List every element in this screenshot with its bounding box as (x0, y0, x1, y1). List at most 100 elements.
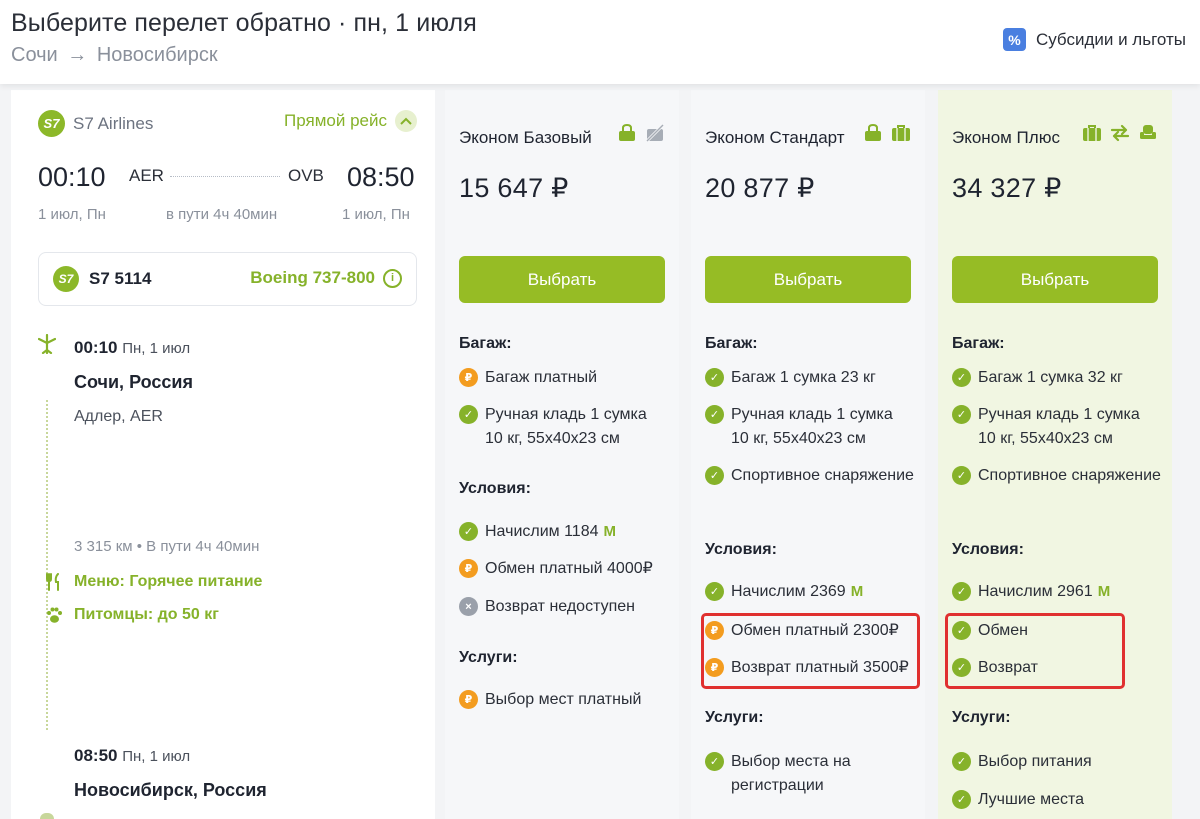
meal-info: Меню: Горячее питание (46, 573, 262, 591)
ruble-icon: ₽ (459, 368, 478, 387)
check-icon: ✓ (705, 582, 724, 601)
airline-info: S7 S7 Airlines (38, 110, 153, 137)
fare-feature-item: ✓ Начислим 2961 M (952, 580, 1162, 604)
highlight-box (701, 613, 920, 689)
fare-feature-icons (1082, 124, 1158, 147)
section-title: Услуги: (952, 709, 1011, 726)
fare-column: Эконом Базовый 15 647 ₽ Выбрать Багаж: ₽ Бага… (445, 90, 679, 819)
info-icon[interactable]: i (383, 268, 402, 288)
cross-icon: × (459, 597, 478, 616)
flight-details-card: S7 S7 Airlines Прямой рейс 00:10 AER OVB… (11, 90, 435, 819)
fare-column: Эконом Плюс 34 327 ₽ Выбрать Багаж: ✓ Багаж 1… (938, 90, 1172, 819)
route-breadcrumb: Сочи → Новосибирск (11, 44, 218, 67)
feature-text: Ручная кладь 1 сумка 10 кг, 55x40x23 см (485, 406, 647, 447)
check-icon: ✓ (952, 582, 971, 601)
check-icon: ✓ (952, 790, 971, 809)
no-bag-icon (645, 123, 665, 147)
flight-duration: в пути 4ч 40мин (166, 206, 278, 223)
timeline-line (46, 400, 48, 730)
aircraft-info[interactable]: Boeing 737-800 i (250, 268, 402, 288)
segment-arrival-time: 08:50 Пн, 1 июл (74, 746, 191, 765)
fare-feature-item: ✓ Выбор питания (952, 750, 1162, 774)
fare-name: Эконом Плюс (952, 128, 1060, 147)
check-icon: ✓ (705, 405, 724, 424)
handbag-icon (617, 123, 637, 147)
route-to: Новосибирск (96, 44, 218, 66)
feature-text: Возврат недоступен (485, 598, 635, 615)
fare-feature-item: ✓ Спортивное снаряжение (952, 464, 1162, 488)
percent-icon: % (1002, 28, 1026, 51)
fare-feature-icons (617, 123, 665, 147)
fare-feature-item: ₽ Багаж платный (459, 366, 669, 390)
direct-flight-toggle[interactable]: Прямой рейс (284, 110, 417, 132)
arrival-code: OVB (288, 166, 324, 185)
check-icon: ✓ (459, 405, 478, 424)
airline-name: S7 Airlines (73, 113, 154, 133)
fare-feature-item: ✓ Начислим 1184 M (459, 520, 669, 544)
check-icon: ✓ (952, 466, 971, 485)
check-icon: ✓ (952, 405, 971, 424)
arrival-time: 08:50 (347, 162, 415, 192)
s7-logo-icon: S7 (38, 110, 65, 137)
feature-text: Выбор мест платный (485, 691, 642, 708)
section-title: Условия: (952, 541, 1024, 558)
feature-text: Ручная кладь 1 сумка 10 кг, 55x40x23 см (731, 406, 893, 447)
check-icon: ✓ (459, 522, 478, 541)
check-icon: ✓ (952, 752, 971, 771)
select-fare-button[interactable]: Выбрать (705, 256, 911, 303)
fare-feature-icons (863, 123, 911, 147)
fare-feature-item: ✓ Ручная кладь 1 сумка 10 кг, 55x40x23 см (459, 403, 669, 451)
subsidy-label: Субсидии и льготы (1035, 29, 1186, 49)
section-title: Условия: (459, 480, 531, 497)
segment-departure-city: Сочи, Россия (74, 372, 193, 392)
aircraft-model: Boeing 737-800 (250, 268, 375, 287)
fare-feature-item: ₽ Обмен платный 4000₽ (459, 557, 669, 581)
route-dotted-line (170, 176, 280, 177)
route-arrow-icon: → (67, 44, 88, 66)
segment-departure-airport: Адлер, AER (74, 408, 163, 425)
section-title: Услуги: (705, 709, 764, 726)
section-title: Услуги: (459, 649, 518, 666)
feature-text: Обмен платный 4000₽ (485, 560, 653, 577)
select-fare-button[interactable]: Выбрать (952, 256, 1158, 303)
handbag-icon (863, 123, 883, 147)
feature-text: Начислим 2369 (731, 583, 846, 600)
feature-text: Спортивное снаряжение (978, 467, 1161, 484)
fare-price: 15 647 ₽ (459, 173, 569, 203)
fare-name: Эконом Базовый (459, 128, 592, 147)
feature-text: Выбор питания (978, 753, 1092, 770)
highlight-box (945, 613, 1125, 689)
feature-text: Начислим 1184 (485, 523, 599, 540)
feature-text: Багаж платный (485, 369, 598, 386)
page-header: Выберите перелет обратно · пн, 1 июля Со… (0, 0, 1200, 84)
departure-time: 00:10 (38, 162, 106, 192)
fare-feature-item: ✓ Ручная кладь 1 сумка 10 кг, 55x40x23 см (952, 403, 1162, 451)
miles-icon: M (850, 583, 864, 600)
fare-feature-item: ✓ Ручная кладь 1 сумка 10 кг, 55x40x23 см (705, 403, 915, 451)
arrival-marker-icon (40, 813, 54, 819)
check-icon: ✓ (705, 752, 724, 771)
section-title: Условия: (705, 541, 777, 558)
paw-icon (44, 605, 64, 625)
departure-code: AER (129, 166, 164, 185)
check-icon: ✓ (952, 368, 971, 387)
subsidy-link[interactable]: % Субсидии и льготы (1002, 28, 1186, 51)
flight-number: S7 5114 (89, 269, 152, 288)
departure-date: 1 июл, Пн (38, 206, 106, 223)
suitcase-icon (891, 124, 911, 147)
arrival-date: 1 июл, Пн (342, 206, 410, 223)
flight-number-box: S7 S7 5114 Boeing 737-800 i (38, 252, 417, 306)
fare-price: 34 327 ₽ (952, 173, 1062, 203)
fare-feature-item: ✓ Лучшие места (952, 788, 1162, 812)
departure-plane-icon (37, 333, 57, 359)
feature-text: Начислим 2961 (978, 583, 1093, 600)
fare-feature-item: × Возврат недоступен (459, 595, 669, 619)
section-title: Багаж: (952, 335, 1005, 352)
fare-feature-item: ✓ Багаж 1 сумка 23 кг (705, 366, 915, 390)
section-title: Багаж: (459, 335, 512, 352)
segment-arrival-city: Новосибирск, Россия (74, 780, 267, 800)
select-fare-button[interactable]: Выбрать (459, 256, 665, 303)
fare-price: 20 877 ₽ (705, 173, 815, 203)
fare-feature-item: ✓ Выбор места на регистрации (705, 750, 915, 798)
section-title: Багаж: (705, 335, 758, 352)
